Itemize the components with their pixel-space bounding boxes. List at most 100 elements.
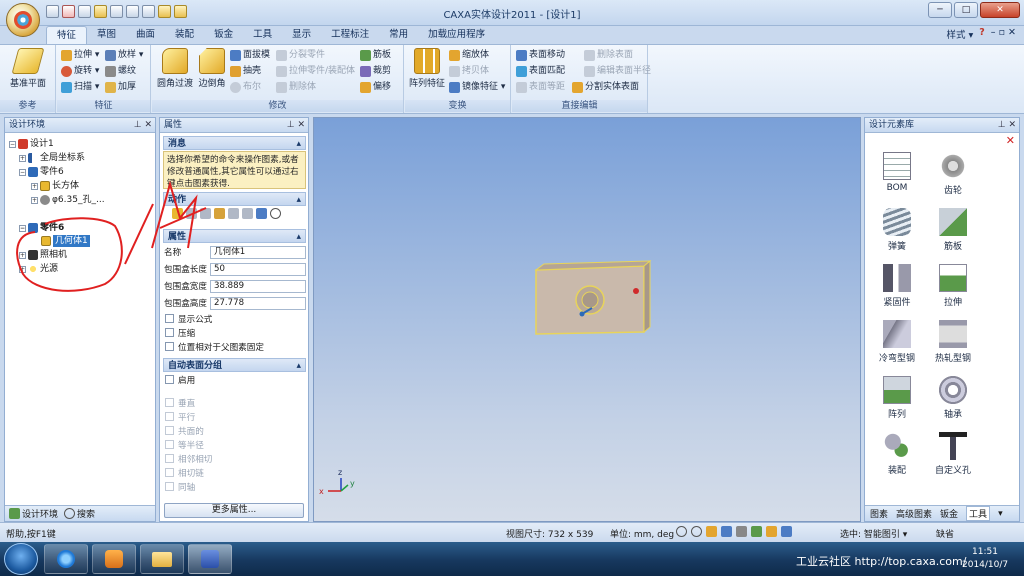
- checkbox-box[interactable]: [165, 468, 174, 477]
- box-part[interactable]: [534, 259, 652, 335]
- revolve-button[interactable]: 旋转 ▾: [61, 64, 99, 79]
- sweep-button[interactable]: 扫描 ▾: [61, 80, 99, 95]
- undo-icon[interactable]: [126, 5, 139, 18]
- delete-face-button[interactable]: 删除表面: [584, 48, 633, 63]
- pattern-feature-button[interactable]: 阵列特征: [407, 48, 447, 89]
- edit-face-radius-button[interactable]: 编辑表面半径: [584, 64, 651, 79]
- checkbox-box[interactable]: [165, 375, 174, 384]
- tab-sheet-metal-lib[interactable]: 钣金: [940, 507, 958, 520]
- default-dropdown[interactable]: 缺省: [936, 527, 954, 540]
- parallel-checkbox[interactable]: 平行: [165, 410, 195, 423]
- adjacent-tangent-checkbox[interactable]: 相邻相切: [165, 452, 212, 465]
- tab-design-env[interactable]: 设计环境: [9, 507, 58, 520]
- checkbox-box[interactable]: [165, 426, 174, 435]
- library-item-hot-rolled-steel[interactable]: 热轧型钢: [925, 320, 981, 364]
- fix-position-checkbox[interactable]: 位置相对于父图素固定: [165, 340, 264, 353]
- close-doc-icon[interactable]: [62, 5, 75, 18]
- copy-body-button[interactable]: 拷贝体: [449, 64, 489, 79]
- new-design-icon[interactable]: [78, 5, 91, 18]
- start-button[interactable]: [4, 543, 38, 575]
- library-item-assembly[interactable]: 装配: [869, 432, 925, 476]
- library-item-fastener[interactable]: 紧固件: [869, 264, 925, 308]
- thicken-button[interactable]: 加厚: [105, 80, 136, 95]
- light-tool-icon[interactable]: [751, 526, 762, 537]
- checkbox-box[interactable]: [165, 412, 174, 421]
- new-file-icon[interactable]: [46, 5, 59, 18]
- tab-sketch[interactable]: 草图: [87, 26, 126, 44]
- library-item-spring[interactable]: 弹簧: [869, 208, 925, 252]
- save-icon[interactable]: [110, 5, 123, 18]
- tab-sheet-metal[interactable]: 钣金: [204, 26, 243, 44]
- checkbox-box[interactable]: [165, 440, 174, 449]
- tab-feature[interactable]: 特征: [46, 26, 88, 44]
- checkbox-box[interactable]: [165, 482, 174, 491]
- face-draft-button[interactable]: 面拔模: [230, 48, 270, 63]
- tabs-more-icon[interactable]: ▾: [998, 509, 1003, 519]
- render-icon[interactable]: [721, 526, 732, 537]
- collapse-caret-icon[interactable]: ▴: [296, 193, 301, 207]
- tab-common[interactable]: 常用: [379, 26, 418, 44]
- tab-surface[interactable]: 曲面: [126, 26, 165, 44]
- boolean-button[interactable]: 布尔: [230, 80, 261, 95]
- redo-icon[interactable]: [142, 5, 155, 18]
- suppress-checkbox[interactable]: 压缩: [165, 326, 195, 339]
- 3d-viewport[interactable]: z x y: [313, 117, 861, 522]
- minimize-button[interactable]: ─: [928, 2, 952, 18]
- checkbox-box[interactable]: [165, 342, 174, 351]
- split-part-button[interactable]: 分裂零件: [276, 48, 325, 63]
- close-button[interactable]: ✕: [980, 2, 1020, 18]
- panel-controls[interactable]: ⊥ ✕: [287, 118, 305, 132]
- select-mode-dropdown[interactable]: 选中: 智能图引 ▾: [840, 527, 907, 540]
- help-icon[interactable]: ?: [979, 27, 985, 41]
- tab-annotation[interactable]: 工程标注: [321, 26, 379, 44]
- face-offset-button[interactable]: 表面等距: [516, 80, 565, 95]
- coaxial-checkbox[interactable]: 同轴: [165, 480, 195, 493]
- application-menu-button[interactable]: [6, 3, 40, 37]
- vertical-checkbox[interactable]: 垂直: [165, 396, 195, 409]
- section-message[interactable]: 消息 ▴: [163, 136, 306, 150]
- taskbar-explorer[interactable]: [140, 544, 184, 574]
- camera-tool-icon[interactable]: [736, 526, 747, 537]
- loft-button[interactable]: 放样 ▾: [105, 48, 143, 63]
- action-link-icon[interactable]: [228, 208, 239, 219]
- library-item-bearing[interactable]: 轴承: [925, 376, 981, 420]
- base-plane-button[interactable]: 基准平面: [8, 48, 48, 89]
- library-item-custom-hole[interactable]: 自定义孔: [925, 432, 981, 476]
- taskbar-ie[interactable]: [44, 544, 88, 574]
- maximize-button[interactable]: □: [954, 2, 978, 18]
- panel-controls[interactable]: ⊥ ✕: [998, 118, 1016, 132]
- panel-controls[interactable]: ⊥ ✕: [134, 118, 152, 132]
- library-item-rib[interactable]: 筋板: [925, 208, 981, 252]
- library-item-bom[interactable]: BOM: [869, 152, 925, 193]
- extrude-button[interactable]: 拉伸 ▾: [61, 48, 99, 63]
- rib-button[interactable]: 筋板: [360, 48, 391, 63]
- options-icon[interactable]: [174, 5, 187, 18]
- collapse-caret-icon[interactable]: ▴: [296, 137, 301, 151]
- taskbar-caxa[interactable]: [188, 544, 232, 574]
- tab-tools[interactable]: 工具: [243, 26, 282, 44]
- library-item-array[interactable]: 阵列: [869, 376, 925, 420]
- height-field[interactable]: 27.778: [210, 296, 306, 310]
- checkbox-box[interactable]: [165, 398, 174, 407]
- coplanar-checkbox[interactable]: 共面的: [165, 424, 204, 437]
- length-field[interactable]: 50: [210, 262, 306, 276]
- scale-body-button[interactable]: 缩放体: [449, 48, 489, 63]
- face-match-button[interactable]: 表面匹配: [516, 64, 565, 79]
- width-field[interactable]: 38.889: [210, 279, 306, 293]
- style-menu[interactable]: 样式 ▾: [946, 27, 973, 41]
- checkbox-box[interactable]: [165, 454, 174, 463]
- pan-icon[interactable]: [766, 526, 777, 537]
- action-copy-icon[interactable]: [242, 208, 253, 219]
- zoom-window-icon[interactable]: [691, 526, 702, 537]
- enable-checkbox[interactable]: 启用: [165, 373, 195, 386]
- tab-advanced-primitives[interactable]: 高级图素: [896, 507, 932, 520]
- split-solid-face-button[interactable]: 分割实体表面: [572, 80, 639, 95]
- taskbar-media[interactable]: [92, 544, 136, 574]
- tab-tools-lib[interactable]: 工具: [966, 506, 991, 521]
- chamfer-button[interactable]: 边倒角: [196, 48, 228, 89]
- thread-button[interactable]: 螺纹: [105, 64, 136, 79]
- tab-search[interactable]: 搜索: [64, 507, 95, 520]
- zoom-icon[interactable]: [676, 526, 687, 537]
- action-pointer-icon[interactable]: [256, 208, 267, 219]
- checkbox-box[interactable]: [165, 328, 174, 337]
